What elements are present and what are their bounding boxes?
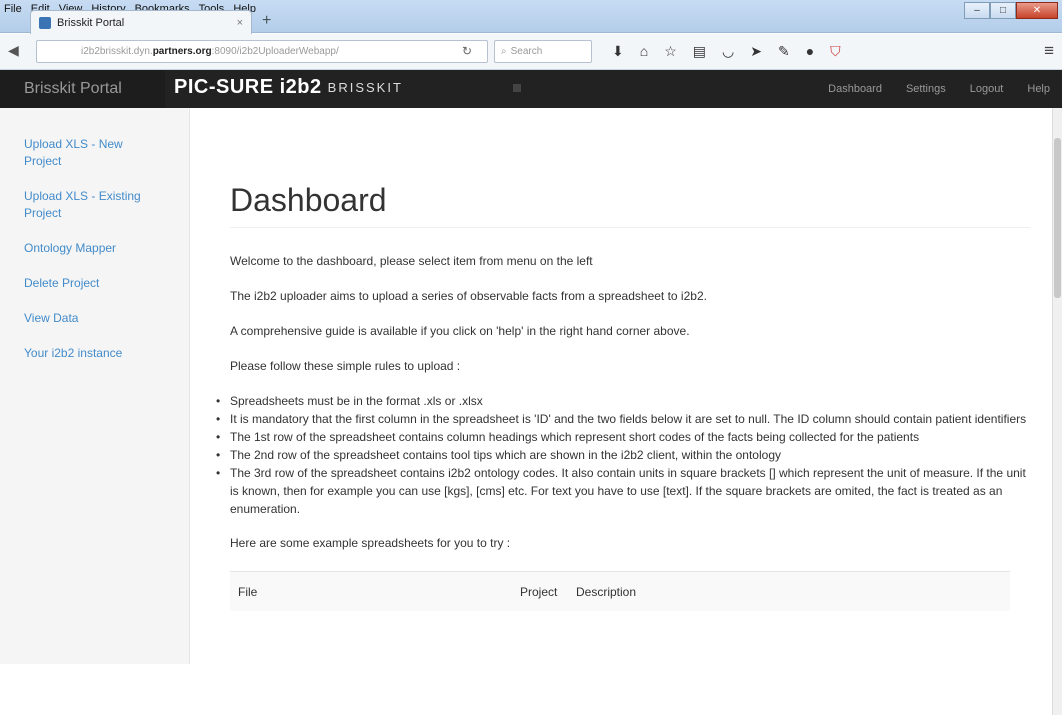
logo: PIC-SURE i2b2 BRISSKIT bbox=[174, 76, 403, 99]
url-prefix: i2b2brisskit.dyn. bbox=[81, 46, 153, 57]
extension-icon[interactable]: ✎ bbox=[778, 43, 790, 60]
column-header-file: File bbox=[238, 584, 258, 599]
top-nav: Dashboard Settings Logout Help bbox=[816, 70, 1062, 108]
sidebar-item-upload-new[interactable]: Upload XLS - New Project bbox=[24, 136, 154, 170]
back-icon[interactable]: ◀ bbox=[8, 42, 19, 59]
close-window-button[interactable]: ✕ bbox=[1016, 2, 1058, 19]
nav-settings[interactable]: Settings bbox=[894, 83, 958, 95]
menu-file[interactable]: File bbox=[4, 3, 22, 15]
bookmark-star-icon[interactable]: ☆ bbox=[664, 43, 677, 60]
logo-sub: BRISSKIT bbox=[327, 80, 403, 95]
chat-icon[interactable]: ● bbox=[806, 43, 814, 60]
pocket-icon[interactable]: ◡ bbox=[722, 43, 734, 60]
sidebar-item-delete-project[interactable]: Delete Project bbox=[24, 275, 154, 292]
sidebar-item-upload-existing[interactable]: Upload XLS - Existing Project bbox=[24, 188, 154, 222]
toolbar-icons: ⬇ ⌂ ☆ ▤ ◡ ➤ ✎ ● ⛉ bbox=[612, 43, 841, 60]
new-tab-button[interactable]: + bbox=[262, 12, 271, 30]
reload-icon[interactable]: ↻ bbox=[462, 44, 472, 58]
list-item: The 2nd row of the spreadsheet contains … bbox=[216, 446, 1030, 464]
page-title: Dashboard bbox=[230, 180, 1030, 228]
download-icon[interactable]: ⬇ bbox=[612, 43, 624, 60]
rules-intro-text: Please follow these simple rules to uplo… bbox=[230, 359, 461, 373]
header-square-icon bbox=[513, 84, 521, 92]
scrollbar-thumb[interactable] bbox=[1054, 138, 1061, 298]
app-header: Brisskit Portal PIC-SURE i2b2 BRISSKIT D… bbox=[0, 70, 1062, 108]
url-suffix: :8090/i2b2UploaderWebapp/ bbox=[211, 46, 339, 57]
sidebar-item-ontology-mapper[interactable]: Ontology Mapper bbox=[24, 240, 154, 257]
search-placeholder: Search bbox=[510, 46, 543, 57]
nav-logout[interactable]: Logout bbox=[958, 83, 1016, 95]
send-icon[interactable]: ➤ bbox=[750, 43, 762, 60]
nav-help[interactable]: Help bbox=[1015, 83, 1062, 95]
page-scrollbar[interactable] bbox=[1052, 108, 1062, 715]
window-controls: – □ ✕ bbox=[964, 2, 1058, 19]
nav-dashboard[interactable]: Dashboard bbox=[816, 83, 894, 95]
welcome-text: Welcome to the dashboard, please select … bbox=[230, 254, 593, 268]
column-header-description: Description bbox=[576, 584, 637, 599]
home-icon[interactable]: ⌂ bbox=[640, 43, 648, 60]
list-item: The 3rd row of the spreadsheet contains … bbox=[216, 464, 1030, 518]
list-item: Spreadsheets must be in the format .xls … bbox=[216, 392, 1030, 410]
tab-title: Brisskit Portal bbox=[57, 16, 125, 29]
intro-text: The i2b2 uploader aims to upload a serie… bbox=[230, 289, 707, 303]
column-header-project: Project bbox=[520, 584, 558, 599]
shield-icon[interactable]: ⛉ bbox=[830, 43, 841, 60]
reading-list-icon[interactable]: ▤ bbox=[693, 43, 706, 60]
sidebar-item-i2b2-instance[interactable]: Your i2b2 instance bbox=[24, 345, 154, 362]
favicon-icon bbox=[39, 16, 51, 29]
tab-close-icon[interactable]: × bbox=[237, 17, 243, 29]
url-bar[interactable]: i2b2brisskit.dyn. partners.org:8090/i2b2U… bbox=[36, 40, 488, 63]
logo-text: PIC-SURE i2b2 bbox=[174, 76, 322, 98]
sidebar-item-view-data[interactable]: View Data bbox=[24, 310, 154, 327]
brand-link[interactable]: Brisskit Portal bbox=[0, 70, 165, 108]
guide-text: A comprehensive guide is available if yo… bbox=[230, 324, 690, 338]
menu-hamburger-icon[interactable]: ≡ bbox=[1044, 41, 1054, 61]
examples-intro: Here are some example spreadsheets for y… bbox=[230, 536, 511, 550]
minimize-button[interactable]: – bbox=[964, 2, 990, 19]
list-item: It is mandatory that the first column in… bbox=[216, 410, 1030, 428]
browser-tab[interactable]: Brisskit Portal × bbox=[30, 10, 252, 34]
main-content: Dashboard Welcome to the dashboard, plea… bbox=[216, 180, 1030, 611]
list-item: The 1st row of the spreadsheet contains … bbox=[216, 428, 1030, 446]
search-input[interactable]: ⌕ Search bbox=[494, 40, 592, 63]
sidebar: Upload XLS - New Project Upload XLS - Ex… bbox=[0, 108, 190, 664]
rules-list: Spreadsheets must be in the format .xls … bbox=[216, 392, 1030, 518]
examples-table-header: File Project Description bbox=[230, 571, 1010, 611]
maximize-button[interactable]: □ bbox=[990, 2, 1016, 19]
navigation-bar: ◀ i2b2brisskit.dyn. partners.org:8090/i2b… bbox=[0, 34, 1062, 70]
search-icon: ⌕ bbox=[501, 46, 507, 57]
url-domain: partners.org bbox=[152, 46, 212, 57]
